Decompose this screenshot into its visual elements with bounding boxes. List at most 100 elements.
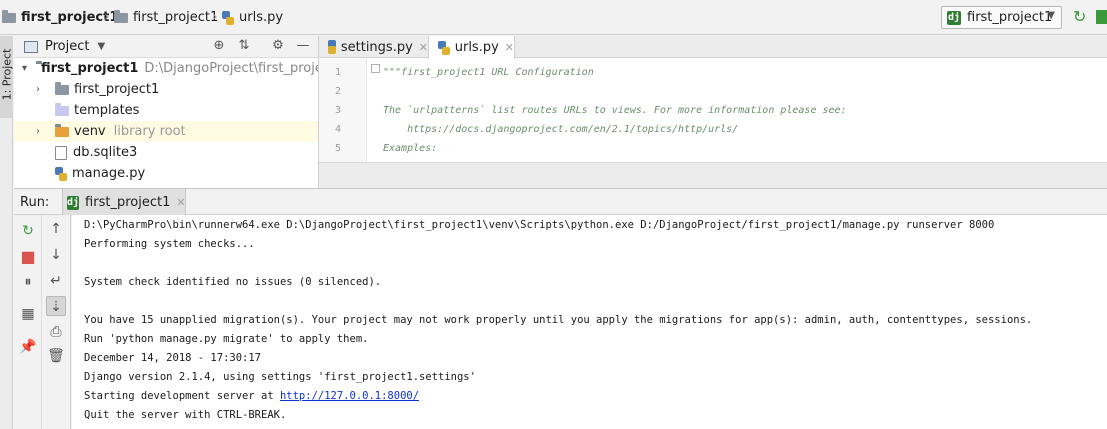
run-tab-first-project1[interactable]: dj first_project1 ✕ [62, 189, 186, 216]
tab-label: settings.py [340, 39, 413, 55]
close-icon[interactable]: ✕ [419, 41, 428, 54]
tree-item-label: venv [74, 124, 106, 139]
horizontal-scrollbar[interactable] [319, 162, 1107, 188]
chevron-down-icon: ▼ [1047, 10, 1055, 21]
tree-item-label: db.sqlite3 [73, 145, 138, 160]
rerun-icon[interactable]: ↻ [18, 221, 38, 241]
code-line[interactable]: """first_project1 URL Configuration [383, 67, 594, 78]
run-toolbar-primary: ↻ ■ ⏸ ▦ 📌 [14, 215, 42, 429]
breadcrumb-package[interactable]: first_project1 [114, 0, 218, 35]
project-view-title[interactable]: Project [45, 39, 89, 54]
run-window-title: Run: [20, 195, 50, 210]
close-icon[interactable]: ✕ [176, 196, 185, 209]
database-file-icon [55, 145, 67, 160]
tab-urls-py[interactable]: urls.py ✕ [428, 36, 515, 59]
tree-item-manage[interactable]: manage.py [14, 163, 318, 184]
console-line-server: Starting development server at http://12… [84, 390, 419, 402]
pause-icon[interactable]: ⏸ [18, 272, 38, 292]
chevron-right-icon: › [212, 9, 218, 25]
console-line: Quit the server with CTRL-BREAK. [84, 409, 287, 421]
fold-marker-icon[interactable] [371, 64, 380, 73]
breadcrumb-file[interactable]: urls.py [222, 0, 283, 35]
console-line: D:\PyCharmPro\bin\runnerw64.exe D:\Djang… [84, 219, 995, 231]
python-file-icon [222, 10, 234, 25]
tree-item-label: first_project1 [74, 82, 160, 97]
line-number: 1 [334, 67, 341, 78]
code-line[interactable]: Examples: [383, 143, 437, 154]
scroll-to-end-icon[interactable]: ⇣ [46, 296, 66, 316]
locate-icon[interactable]: ⊕ [211, 38, 227, 54]
hide-icon[interactable]: — [295, 38, 311, 54]
layout-icon[interactable]: ▦ [18, 304, 38, 324]
arrow-up-icon[interactable]: ↑ [46, 219, 66, 239]
line-number: 2 [334, 86, 341, 97]
code-editor: settings.py ✕ urls.py ✕ 1 2 3 4 5 """fir… [319, 36, 1107, 188]
editor-tab-bar: settings.py ✕ urls.py ✕ [319, 36, 1107, 59]
left-tool-stripe: 1: Project [0, 36, 14, 429]
console-line: Run 'python manage.py migrate' to apply … [84, 333, 369, 345]
navigation-bar: first_project1 › first_project1 › urls.p… [0, 0, 1107, 35]
template-folder-icon [55, 102, 69, 116]
console-line: You have 15 unapplied migration(s). Your… [84, 314, 1033, 326]
django-icon: dj [947, 10, 961, 25]
expanded-arrow-icon[interactable]: ▾ [22, 63, 27, 74]
project-tool-tab[interactable]: 1: Project [0, 36, 14, 118]
python-file-icon [327, 40, 336, 54]
folder-icon [55, 81, 69, 95]
tab-settings-py[interactable]: settings.py ✕ [319, 36, 428, 58]
breadcrumb-file-label: urls.py [239, 10, 284, 25]
console-line: Performing system checks... [84, 238, 255, 250]
line-number: 3 [334, 105, 341, 116]
tree-item-db[interactable]: db.sqlite3 [14, 142, 318, 163]
tree-item-label: first_project1 [41, 61, 139, 76]
breadcrumb-project[interactable]: first_project1 [0, 0, 118, 35]
run-toolbar-secondary: ↑ ↓ ↵ ⇣ ⎙ 🗑 [42, 215, 71, 429]
django-icon: dj [67, 195, 80, 210]
run-console[interactable]: D:\PyCharmPro\bin\runnerw64.exe D:\Djang… [72, 215, 1107, 429]
tab-label: urls.py [454, 40, 499, 55]
run-configuration-select[interactable]: dj first_project1 ▼ [941, 6, 1062, 29]
console-line: Django version 2.1.4, using settings 'fi… [84, 371, 476, 383]
collapsed-arrow-icon[interactable]: › [36, 84, 40, 95]
tree-item-root[interactable]: ▾ first_project1 D:\DjangoProject\first_… [14, 58, 318, 79]
pin-icon[interactable]: 📌 [18, 337, 38, 357]
folder-icon [2, 9, 16, 23]
run-window-header: Run: dj first_project1 ✕ [14, 188, 1107, 216]
console-line: December 14, 2018 - 17:30:17 [84, 352, 262, 364]
code-line[interactable]: https://docs.djangoproject.com/en/2.1/to… [383, 124, 738, 135]
soft-wrap-icon[interactable]: ↵ [46, 271, 66, 291]
folder-icon [114, 9, 128, 23]
gear-icon[interactable]: ⚙ [270, 38, 286, 54]
close-icon[interactable]: ✕ [505, 41, 514, 54]
collapsed-arrow-icon[interactable]: › [36, 126, 40, 137]
project-view-icon [24, 40, 38, 53]
library-root-hint: library root [113, 124, 186, 139]
run-configuration-label: first_project1 [967, 10, 1053, 25]
print-icon[interactable]: ⎙ [46, 322, 66, 342]
project-panel: Project ▼ ⊕ ⇅ ⚙ — ▾ first_project1 D:\Dj… [14, 36, 319, 188]
console-line: System check identified no issues (0 sil… [84, 276, 382, 288]
tree-item-templates[interactable]: templates [14, 100, 318, 121]
run-tab-label: first_project1 [85, 195, 171, 210]
chevron-down-icon[interactable]: ▼ [97, 41, 105, 52]
tree-item-venv[interactable]: › venv library root [14, 121, 318, 142]
debug-icon[interactable] [1096, 10, 1107, 24]
library-folder-icon [55, 123, 69, 137]
rerun-icon[interactable]: ↻ [1073, 9, 1089, 25]
tree-item-path: D:\DjangoProject\first_project1 [144, 61, 318, 76]
console-text: Starting development server at [84, 390, 280, 402]
stop-icon[interactable]: ■ [18, 247, 38, 267]
tree-item-package[interactable]: › first_project1 [14, 79, 318, 100]
code-line[interactable]: The `urlpatterns` list routes URLs to vi… [383, 105, 847, 116]
line-number: 5 [334, 143, 341, 154]
project-tool-tab-label: 1: Project [0, 48, 14, 101]
arrow-down-icon[interactable]: ↓ [46, 245, 66, 265]
collapse-all-icon[interactable]: ⇅ [236, 38, 252, 54]
project-panel-header: Project ▼ ⊕ ⇅ ⚙ — [14, 36, 318, 58]
chevron-right-icon: › [104, 9, 110, 25]
server-url-link[interactable]: http://127.0.0.1:8000/ [280, 390, 419, 402]
trash-icon[interactable]: 🗑 [46, 346, 66, 366]
tree-item-label: manage.py [72, 166, 146, 181]
python-file-icon [55, 166, 67, 181]
breadcrumb-package-label: first_project1 [133, 10, 219, 25]
